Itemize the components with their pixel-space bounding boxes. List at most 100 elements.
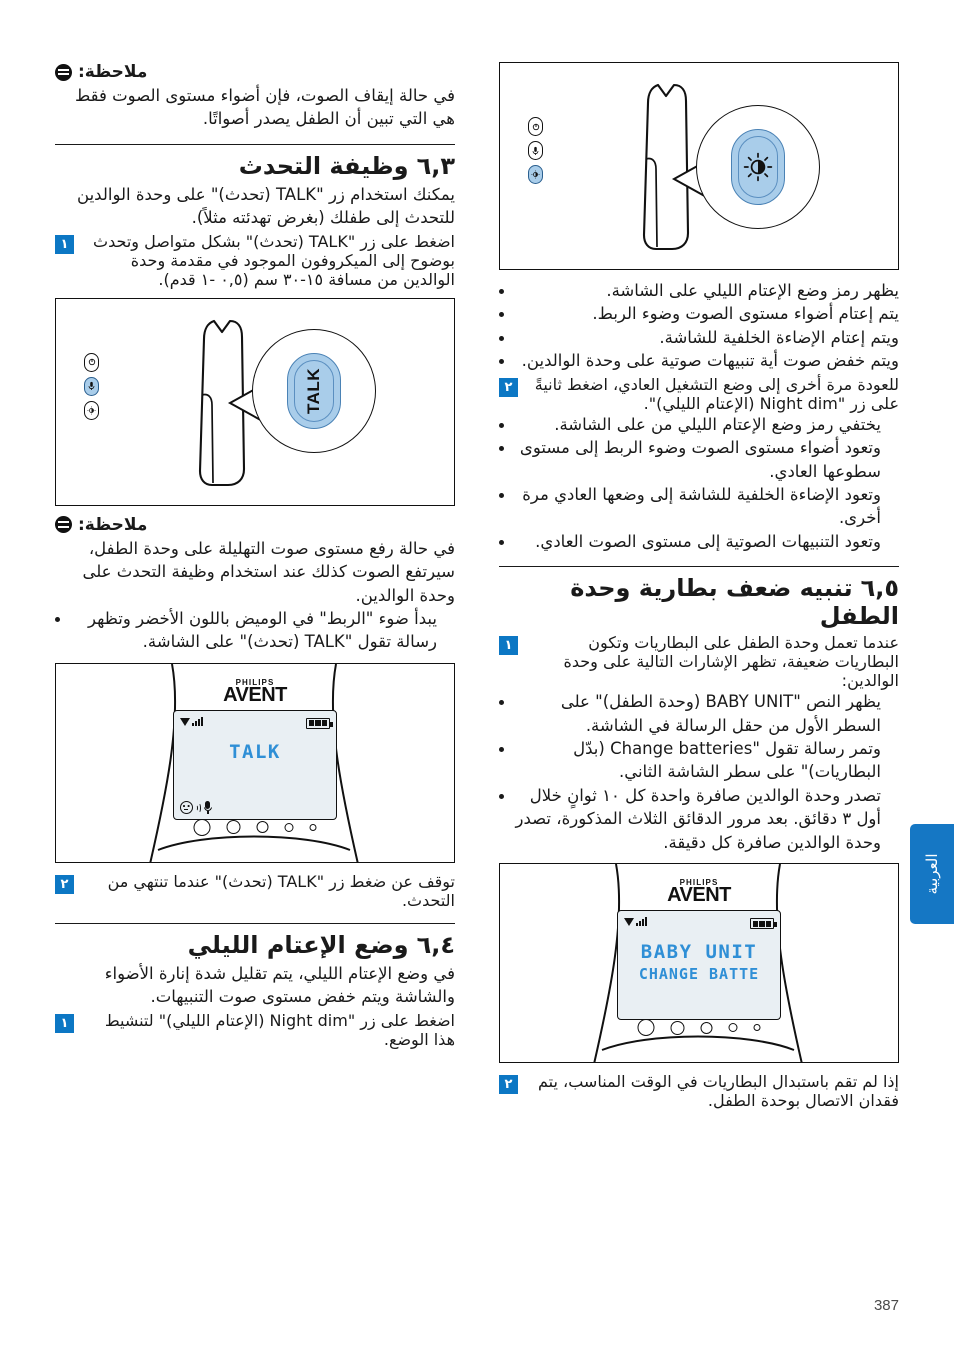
talk-key-enlarged: TALK — [287, 352, 341, 429]
signal-bars-icon — [624, 917, 647, 927]
section-heading-battery: ٦,٥تنبيه ضعف بطارية وحدة الطفل — [499, 574, 899, 630]
battery-full-icon — [306, 717, 333, 729]
bullet-text: تصدر وحدة الوالدين صافرة واحدة كل ١٠ ثوا… — [515, 785, 881, 852]
list-item: يبدأ ضوء "الربط" في الوميض باللون الأخضر… — [55, 607, 455, 654]
step-text: اضغط على زر "TALK (تحدث)" بشكل متواصل وت… — [93, 231, 455, 289]
step-badge: ٢ — [499, 377, 518, 397]
list-item: ويتم خفض صوت أية تنبيهات صوتية على وحدة … — [499, 349, 899, 372]
section-talk-intro: يمكنك استخدام زر "TALK (تحدث)" على وحدة … — [77, 184, 455, 228]
unit-button[interactable] — [700, 1021, 713, 1034]
section-heading-night-dim: ٦,٤وضع الإعتام الليلي — [55, 931, 455, 959]
list-item: وتعود الإضاءة الخلفية للشاشة إلى وضعها ا… — [499, 483, 899, 530]
section-night-dim-intro: في وضع الإعتام الليلي، يتم تقليل شدة إنا… — [104, 963, 455, 1007]
unit-button[interactable] — [284, 822, 294, 832]
unit-button[interactable] — [728, 1023, 738, 1033]
callout-magnifier — [696, 105, 820, 229]
bullet-dot — [499, 422, 504, 428]
unit-button[interactable] — [753, 1024, 761, 1032]
unit-button[interactable] — [256, 821, 269, 834]
bullet-dot — [499, 700, 504, 706]
step-talk-1: ١ اضغط على زر "TALK (تحدث)" بشكل متواصل … — [55, 232, 455, 289]
night-dim-button-icon — [84, 400, 99, 420]
sound-waves-icon — [195, 802, 201, 814]
right-column: ملاحظة: في حالة إيقاف الصوت، فإن أضواء م… — [55, 62, 455, 1242]
bullet-text: يبدأ ضوء "الربط" في الوميض باللون الأخضر… — [88, 608, 437, 652]
bullet-text: وتعود أضواء مستوى الصوت وضوء الربط إلى م… — [519, 438, 881, 481]
step-night-dim-1: ١ اضغط على زر "Night dim (الإعتام الليلي… — [55, 1011, 455, 1049]
unit-button[interactable] — [309, 823, 317, 831]
left-column: يظهر رمز وضع الإعتام الليلي على الشاشة. … — [499, 62, 899, 1242]
step-badge: ٢ — [499, 1075, 518, 1095]
unit-button[interactable] — [193, 818, 211, 836]
list-item: ويتم إعتام الإضاءة الخلفية للشاشة. — [499, 326, 899, 349]
list-item: يتم إعتام أضواء مستوى الصوت وضوء الربط. — [499, 302, 899, 325]
step-text: اضغط على زر "Night dim (الإعتام الليلي)"… — [104, 1010, 455, 1049]
section-title-talk: وظيفة التحدث — [238, 151, 409, 180]
list-item: يختفي رمز وضع الإعتام الليلي من على الشا… — [499, 413, 899, 436]
section-divider — [55, 143, 455, 145]
list-item: وتعود التنبيهات الصوتية إلى مستوى الصوت … — [499, 530, 899, 553]
note-heading-label: ملاحظة: — [78, 62, 148, 82]
bullet-dot — [55, 616, 60, 622]
signal-bars-icon — [180, 716, 203, 726]
talk-button-icon — [84, 376, 99, 396]
night-dim-activate-bullets: يظهر رمز وضع الإعتام الليلي على الشاشة. … — [499, 279, 899, 373]
bullet-text: وتمر رسالة تقول "Change batteries (بدّل … — [573, 739, 881, 782]
section-number-night-dim: ٦,٤ — [416, 930, 455, 959]
list-item: يظهر النص "BABY UNIT (وحدة الطفل)" على ا… — [499, 690, 899, 737]
note-heading-label: ملاحظة: — [78, 514, 148, 535]
section-number-battery: ٦,٥ — [860, 574, 899, 603]
list-item: وتعود أضواء مستوى الصوت وضوء الربط إلى م… — [499, 436, 899, 483]
step-badge: ١ — [499, 636, 518, 656]
lcd-line-1: TALK — [229, 740, 281, 763]
figure-talk-button-device: TALK — [55, 297, 455, 506]
battery-full-icon — [750, 918, 777, 930]
unit-button[interactable] — [670, 1020, 685, 1035]
note-text-2: في حالة رفع مستوى صوت التهليلة على وحدة … — [82, 538, 455, 605]
manual-page: ملاحظة: في حالة إيقاف الصوت، فإن أضواء م… — [0, 0, 954, 1350]
unit-button[interactable] — [226, 820, 241, 835]
bullet-dot — [499, 312, 504, 318]
list-item: تصدر وحدة الوالدين صافرة واحدة كل ١٠ ثوا… — [499, 784, 899, 854]
talk-button-icon — [528, 141, 543, 160]
step-text: عندما تعمل وحدة الطفل على البطاريات وتكو… — [563, 633, 900, 691]
bullet-dot — [499, 289, 504, 294]
lcd-line-1: BABY UNIT — [640, 941, 758, 964]
bullet-text: وتعود التنبيهات الصوتية إلى مستوى الصوت … — [535, 531, 881, 551]
bullet-dot — [499, 747, 504, 753]
night-dim-button-icon — [528, 165, 543, 184]
avent-wordmark: AVENT — [667, 884, 731, 907]
bullet-dot — [499, 492, 504, 498]
bullet-text: ويتم خفض صوت أية تنبيهات صوتية على وحدة … — [521, 351, 899, 371]
note-icon — [55, 63, 72, 81]
section-number-talk: ٦,٣ — [416, 151, 455, 180]
section-divider — [55, 922, 455, 924]
avent-wordmark: AVENT — [223, 683, 287, 706]
list-item: وتمر رسالة تقول "Change batteries (بدّل … — [499, 737, 899, 784]
lcd-line-2: CHANGE BATTE — [638, 965, 760, 984]
power-button-icon — [528, 117, 543, 136]
two-column-layout: ملاحظة: في حالة إيقاف الصوت، فإن أضواء م… — [55, 62, 899, 1242]
night-dim-deactivate-bullets: يختفي رمز وضع الإعتام الليلي من على الشا… — [499, 413, 899, 554]
note-text-1: في حالة إيقاف الصوت، فإن أضواء مستوى الص… — [75, 86, 455, 129]
bullet-text: يختفي رمز وضع الإعتام الليلي من على الشا… — [554, 414, 881, 434]
bullet-dot — [499, 359, 504, 365]
night-dim-glyph-icon — [743, 152, 773, 182]
unit-button[interactable] — [637, 1019, 655, 1037]
note-2-bullet-list: يبدأ ضوء "الربط" في الوميض باللون الأخضر… — [55, 607, 455, 654]
section-title-night-dim: وضع الإعتام الليلي — [187, 930, 409, 959]
bullet-text: ويتم إعتام الإضاءة الخلفية للشاشة. — [659, 327, 899, 347]
section-title-battery: تنبيه ضعف بطارية وحدة الطفل — [570, 574, 899, 631]
figure-parent-unit-battery-screen: PHILIPS AVENT BABY UNIT CHANGE BATTE — [499, 863, 899, 1064]
bullet-dot — [499, 335, 504, 341]
power-button-icon — [84, 352, 99, 372]
page-number: 387 — [873, 1297, 899, 1314]
step-text: توقف عن ضغط زر "TALK (تحدث)" عندما تنتهي… — [107, 871, 455, 910]
step-battery-2: ٢ إذا لم تقم باستبدال البطاريات في الوقت… — [499, 1072, 899, 1110]
step-badge: ٢ — [55, 874, 74, 894]
bullet-text: يتم إعتام أضواء مستوى الصوت وضوء الربط. — [592, 304, 899, 324]
step-badge: ١ — [55, 1013, 74, 1033]
lcd-message: BABY UNIT CHANGE BATTE — [618, 941, 780, 983]
callout-magnifier: TALK — [252, 328, 376, 453]
bullet-dot — [499, 793, 504, 799]
